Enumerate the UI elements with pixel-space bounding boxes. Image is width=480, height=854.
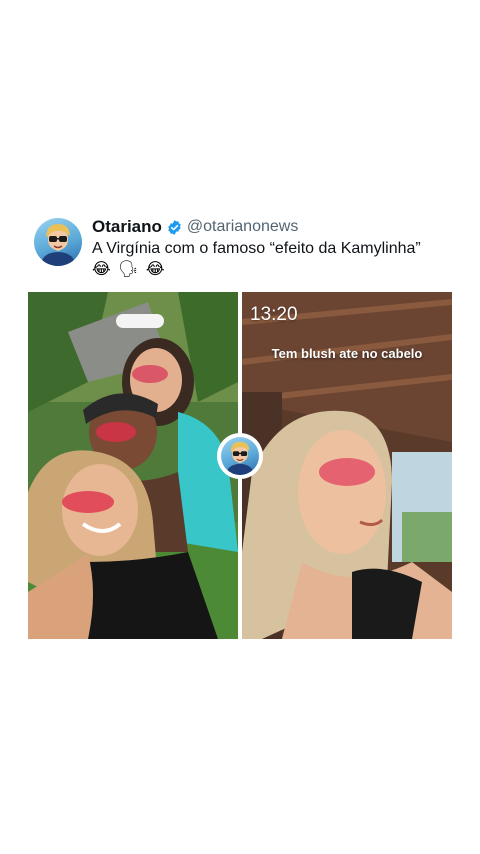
left-photo[interactable] xyxy=(28,292,238,639)
story-caption: Tem blush ate no cabelo xyxy=(271,346,423,361)
cartoon-avatar-icon xyxy=(42,224,74,266)
story-timestamp: 13:20 xyxy=(250,304,298,325)
display-name[interactable]: Otariano xyxy=(92,217,162,237)
profile-avatar[interactable] xyxy=(34,218,82,266)
right-photo[interactable]: 13:20 Tem blush ate no cabelo xyxy=(242,292,452,639)
user-handle[interactable]: @otarianonews xyxy=(187,218,298,236)
laughing-emoji-icon: 😂 xyxy=(92,261,111,278)
center-watermark-avatar xyxy=(219,435,261,477)
verified-badge-icon xyxy=(166,219,183,236)
cartoon-avatar-icon xyxy=(227,441,253,475)
speaking-head-emoji-icon: 🗣 xyxy=(118,261,139,278)
emoji-row: 😂 🗣 😂 xyxy=(92,260,168,280)
screenshot-page: Otariano @otarianonews A Virgínia com o … xyxy=(0,0,480,854)
tweet-header: Otariano @otarianonews A Virgínia com o … xyxy=(34,216,454,278)
name-row: Otariano @otarianonews xyxy=(92,216,298,238)
laughing-emoji-icon: 😂 xyxy=(145,261,165,278)
tweet-text: A Virgínia com o famoso “efeito da Kamyl… xyxy=(92,240,421,257)
